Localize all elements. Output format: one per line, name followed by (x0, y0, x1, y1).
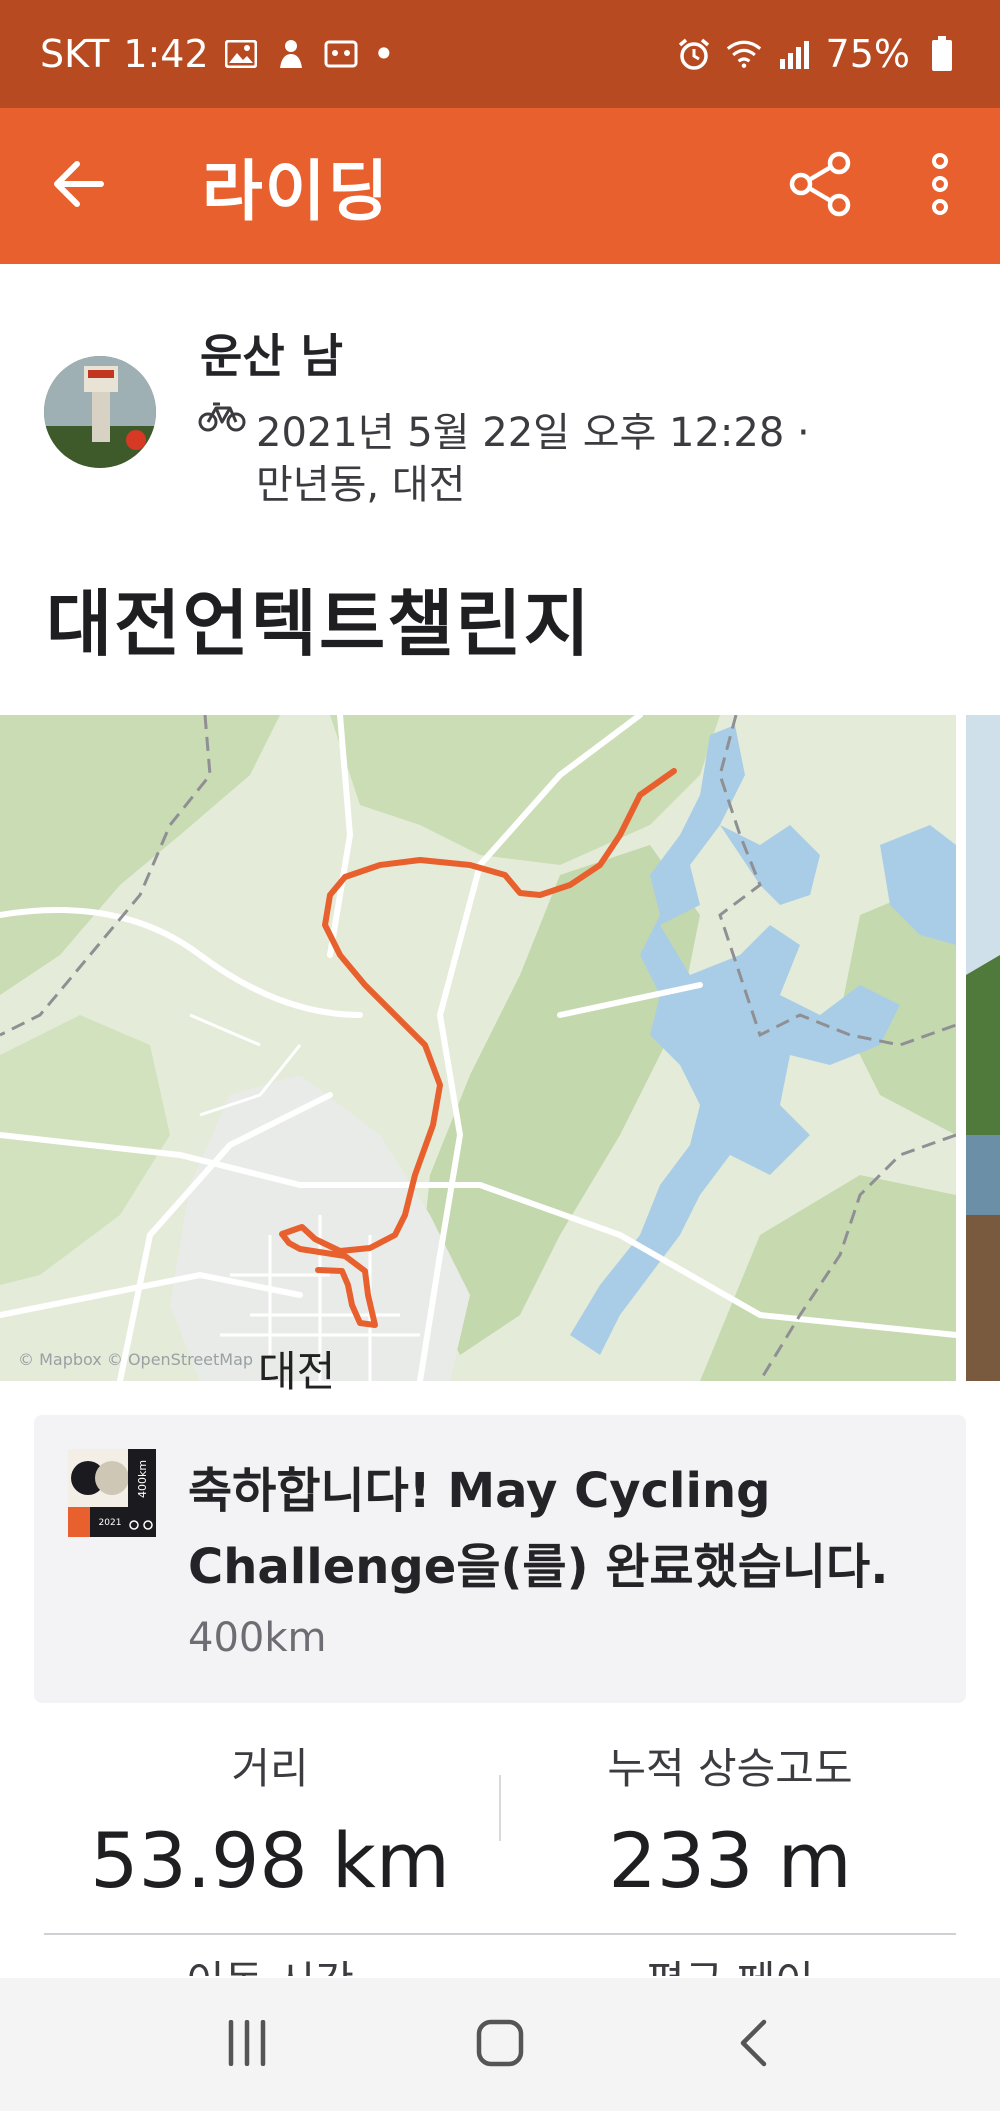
carrier-label: SKT (40, 32, 110, 76)
stat-distance-value: 53.98 km (90, 1816, 450, 1905)
photo-thumbnail[interactable] (966, 715, 1000, 1381)
battery-percent: 75% (825, 32, 910, 76)
system-nav-bar (0, 1978, 1000, 2111)
status-bar: SKT 1:42 • 75% (0, 0, 1000, 108)
back-arrow-icon (51, 160, 105, 212)
bike-icon (198, 400, 246, 432)
map-city-label: 대전 (258, 1347, 336, 1396)
back-icon (738, 2019, 768, 2071)
status-left: SKT 1:42 • (40, 32, 395, 76)
signal-icon (776, 36, 812, 72)
challenge-message: 축하합니다! May Cycling Challenge을(를) 완료했습니다. (188, 1463, 889, 1595)
nav-back-button[interactable] (693, 1985, 813, 2105)
notification-app-icon (273, 36, 309, 72)
app-bar: 라이딩 (0, 108, 1000, 264)
more-notifications-dot: • (372, 32, 396, 76)
challenge-distance: 400km (188, 1615, 327, 1661)
recents-icon (225, 2019, 269, 2070)
activity-location: 만년동, 대전 (256, 462, 466, 508)
activity-title: 대전언텍트챌린지 (46, 582, 592, 666)
stats-divider (44, 1933, 956, 1935)
stat-elevation: 누적 상승고도 233 m (500, 1735, 960, 1905)
challenge-card[interactable]: 400km 2021 축하합니다! May Cycling Challenge을… (34, 1415, 966, 1703)
home-icon (476, 2019, 524, 2071)
stat-elevation-value: 233 m (608, 1816, 852, 1905)
activity-datetime: 2021년 5월 22일 오후 12:28 · (256, 410, 810, 456)
stat-avg-speed-label: 평균 페이 (500, 1948, 960, 1976)
stat-elevation-label: 누적 상승고도 (607, 1744, 853, 1793)
more-vert-icon (930, 153, 950, 219)
back-button[interactable] (0, 108, 156, 264)
challenge-badge-icon: 400km 2021 (68, 1449, 156, 1537)
more-options-button[interactable] (880, 108, 1000, 264)
clock: 1:42 (123, 32, 209, 76)
badge-year: 2021 (99, 1518, 122, 1528)
home-button[interactable] (440, 1985, 560, 2105)
page-title: 라이딩 (202, 153, 391, 230)
wifi-icon (726, 36, 762, 72)
athlete-name[interactable]: 운산 남 (200, 320, 343, 386)
route-map[interactable] (0, 715, 956, 1381)
stat-moving-time-label: 이동 시간 (40, 1948, 500, 1976)
map-attribution: © Mapbox © OpenStreetMap (18, 1350, 254, 1369)
share-button[interactable] (760, 108, 880, 264)
gallery-icon (223, 36, 259, 72)
badge-distance: 400km (136, 1460, 149, 1498)
stat-distance-label: 거리 (231, 1744, 309, 1793)
share-icon (787, 151, 853, 221)
athlete-header: 운산 남 2021년 5월 22일 오후 12:28 · 만년동, 대전 (0, 300, 1000, 510)
alarm-icon (676, 36, 712, 72)
cassette-icon (323, 36, 359, 72)
status-right: 75% (676, 32, 960, 76)
stat-distance: 거리 53.98 km (40, 1735, 500, 1905)
avatar[interactable] (44, 356, 156, 468)
stats-grid: 거리 53.98 km 누적 상승고도 233 m (0, 1735, 1000, 1935)
battery-icon (924, 36, 960, 72)
recents-button[interactable] (187, 1985, 307, 2105)
